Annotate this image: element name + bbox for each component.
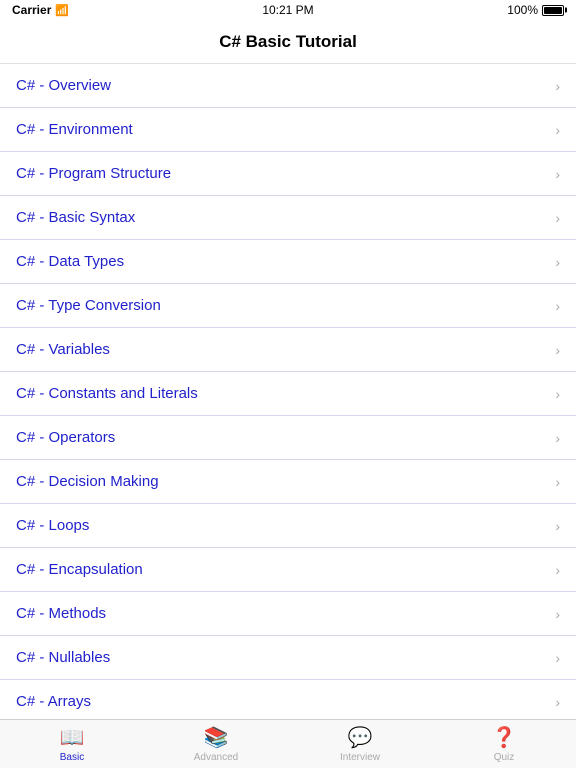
tab-bar: 📖 Basic 📚 Advanced 💬 Interview ❓ Quiz bbox=[0, 719, 576, 768]
list-item-label: C# - Data Types bbox=[16, 253, 124, 270]
tab-label-advanced: Advanced bbox=[194, 752, 238, 763]
wifi-icon: 📶 bbox=[55, 4, 69, 17]
battery-text: 100% bbox=[507, 3, 538, 17]
list-item-label: C# - Basic Syntax bbox=[16, 209, 135, 226]
list-item-label: C# - Variables bbox=[16, 341, 110, 358]
chevron-right-icon: › bbox=[555, 298, 560, 314]
list-item-label: C# - Program Structure bbox=[16, 165, 171, 182]
tab-quiz[interactable]: ❓ Quiz bbox=[432, 720, 576, 768]
list-item[interactable]: C# - Arrays › bbox=[0, 680, 576, 719]
list-item[interactable]: C# - Environment › bbox=[0, 108, 576, 152]
status-time: 10:21 PM bbox=[262, 3, 313, 17]
tab-icon-quiz: ❓ bbox=[492, 725, 517, 750]
status-bar: Carrier 📶 10:21 PM 100% bbox=[0, 0, 576, 20]
list-item[interactable]: C# - Decision Making › bbox=[0, 460, 576, 504]
tab-label-interview: Interview bbox=[340, 752, 380, 763]
chevron-right-icon: › bbox=[555, 562, 560, 578]
tab-icon-advanced: 📚 bbox=[204, 725, 229, 750]
chevron-right-icon: › bbox=[555, 78, 560, 94]
chevron-right-icon: › bbox=[555, 210, 560, 226]
nav-title: C# Basic Tutorial bbox=[219, 32, 357, 52]
list-item-label: C# - Methods bbox=[16, 605, 106, 622]
list-item-label: C# - Arrays bbox=[16, 693, 91, 710]
chevron-right-icon: › bbox=[555, 430, 560, 446]
tab-label-quiz: Quiz bbox=[494, 752, 515, 763]
tab-icon-basic: 📖 bbox=[60, 725, 85, 750]
list-item-label: C# - Encapsulation bbox=[16, 561, 143, 578]
chevron-right-icon: › bbox=[555, 254, 560, 270]
list-item[interactable]: C# - Nullables › bbox=[0, 636, 576, 680]
list-item[interactable]: C# - Constants and Literals › bbox=[0, 372, 576, 416]
list-item[interactable]: C# - Encapsulation › bbox=[0, 548, 576, 592]
list-item-label: C# - Operators bbox=[16, 429, 115, 446]
chevron-right-icon: › bbox=[555, 694, 560, 710]
tab-basic[interactable]: 📖 Basic bbox=[0, 720, 144, 768]
tab-label-basic: Basic bbox=[60, 752, 84, 763]
list-item[interactable]: C# - Data Types › bbox=[0, 240, 576, 284]
list-item[interactable]: C# - Variables › bbox=[0, 328, 576, 372]
status-battery: 100% bbox=[507, 3, 564, 17]
chevron-right-icon: › bbox=[555, 342, 560, 358]
list-item-label: C# - Type Conversion bbox=[16, 297, 161, 314]
chevron-right-icon: › bbox=[555, 474, 560, 490]
list-item[interactable]: C# - Program Structure › bbox=[0, 152, 576, 196]
tab-interview[interactable]: 💬 Interview bbox=[288, 720, 432, 768]
chevron-right-icon: › bbox=[555, 606, 560, 622]
list-item[interactable]: C# - Type Conversion › bbox=[0, 284, 576, 328]
list-item[interactable]: C# - Overview › bbox=[0, 64, 576, 108]
chevron-right-icon: › bbox=[555, 386, 560, 402]
nav-bar: C# Basic Tutorial bbox=[0, 20, 576, 64]
carrier-text: Carrier bbox=[12, 3, 51, 17]
tab-advanced[interactable]: 📚 Advanced bbox=[144, 720, 288, 768]
chevron-right-icon: › bbox=[555, 518, 560, 534]
list-item-label: C# - Constants and Literals bbox=[16, 385, 198, 402]
status-carrier: Carrier 📶 bbox=[12, 3, 69, 17]
list-item[interactable]: C# - Basic Syntax › bbox=[0, 196, 576, 240]
battery-icon bbox=[542, 5, 564, 16]
chevron-right-icon: › bbox=[555, 650, 560, 666]
list-item[interactable]: C# - Methods › bbox=[0, 592, 576, 636]
chevron-right-icon: › bbox=[555, 122, 560, 138]
list-item-label: C# - Decision Making bbox=[16, 473, 159, 490]
list-item-label: C# - Loops bbox=[16, 517, 89, 534]
list-item-label: C# - Nullables bbox=[16, 649, 110, 666]
list-item-label: C# - Overview bbox=[16, 77, 111, 94]
list-item[interactable]: C# - Operators › bbox=[0, 416, 576, 460]
chevron-right-icon: › bbox=[555, 166, 560, 182]
list-item[interactable]: C# - Loops › bbox=[0, 504, 576, 548]
tab-icon-interview: 💬 bbox=[348, 725, 373, 750]
list-item-label: C# - Environment bbox=[16, 121, 133, 138]
list-container[interactable]: C# - Overview›C# - Environment›C# - Prog… bbox=[0, 64, 576, 719]
